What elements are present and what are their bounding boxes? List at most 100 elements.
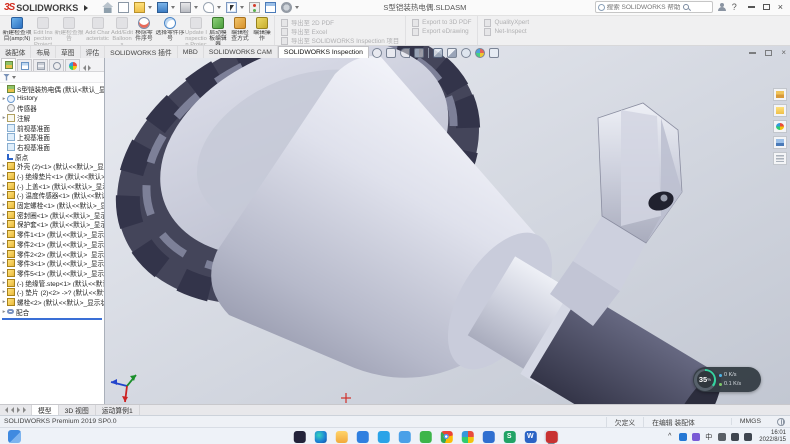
feature-tree-item[interactable]: ▸ (-) 垫片 (2)<2> ->? (默认<<默认> [0, 287, 104, 297]
dimxpert-manager-tab[interactable] [49, 59, 64, 71]
login-user-icon[interactable] [718, 3, 727, 12]
taskbar-app-button[interactable] [376, 430, 391, 443]
feature-tree-item[interactable]: ▸ 外壳 (2)<1> (默认<<默认>_显示状 [0, 162, 104, 172]
export-menu-item[interactable]: Net-Inspect [484, 27, 529, 36]
export-menu-item[interactable]: Export eDrawing [412, 27, 471, 36]
taskbar-app-button[interactable] [397, 430, 412, 443]
graphics-viewport[interactable] [105, 46, 790, 404]
edit-appearance-icon[interactable] [475, 48, 485, 58]
view-palette-tab-icon[interactable] [773, 136, 787, 149]
filter-caret-icon[interactable] [12, 76, 16, 79]
section-view-icon[interactable] [414, 48, 424, 58]
ribbon-button[interactable]: Edit Inspection Project [32, 16, 54, 45]
feature-tree-item[interactable]: ▸ History [0, 94, 104, 104]
command-tab[interactable]: SOLIDWORKS Inspection [278, 46, 369, 58]
search-icon[interactable] [683, 4, 689, 10]
tab-scroll-first-icon[interactable] [5, 407, 8, 413]
feature-tree-item[interactable]: ▸ 配合 [0, 307, 104, 317]
command-tab[interactable]: SOLIDWORKS CAM [204, 46, 278, 58]
filter-funnel-icon[interactable] [3, 74, 10, 81]
document-view-tab[interactable]: 模型 [32, 405, 59, 415]
document-view-tab[interactable]: 3D 视图 [59, 405, 96, 415]
command-tab[interactable]: 草图 [56, 46, 81, 58]
undo-caret-icon[interactable] [217, 6, 221, 9]
globe-status-icon[interactable] [777, 418, 785, 426]
search-scope-icon[interactable] [598, 4, 605, 11]
feature-tree-item[interactable]: ▸ (-) 温度传感器<1> (默认<<默认>_ [0, 191, 104, 201]
zoom-fit-icon[interactable] [372, 48, 382, 58]
tray-icon[interactable]: 中 [704, 431, 713, 442]
tray-icon[interactable] [691, 431, 700, 442]
select-caret-icon[interactable] [240, 6, 244, 9]
tray-icon[interactable] [730, 431, 739, 442]
taskbar-app-button[interactable] [481, 430, 496, 443]
zoom-area-icon[interactable] [386, 48, 396, 58]
export-menu-item[interactable]: 导出至 Excel [281, 27, 399, 36]
feature-tree-item[interactable]: 传感器 [0, 103, 104, 113]
previous-view-icon[interactable] [400, 48, 410, 58]
print-caret-icon[interactable] [194, 6, 198, 9]
feature-tree-item[interactable]: ▸ 零件1<1> (默认<<默认>_显示状态 [0, 229, 104, 239]
document-view-tab[interactable]: 运动算例1 [96, 405, 140, 415]
taskbar-app-button[interactable] [355, 430, 370, 443]
open-button[interactable] [134, 2, 145, 13]
display-manager-tab[interactable] [65, 59, 80, 71]
export-menu-item[interactable]: Export to 3D PDF [412, 18, 471, 27]
feature-tree-item[interactable]: ▸ (-) 绝缘管.step<1> (默认<<默认> [0, 278, 104, 288]
feature-tree-tab[interactable] [1, 58, 16, 71]
feature-tree-item[interactable]: ▸ 螺栓<2> (默认<<默认>_显示状态 [0, 297, 104, 307]
command-tab[interactable]: SOLIDWORKS 插件 [105, 46, 178, 58]
print-button[interactable] [180, 2, 191, 13]
property-manager-tab[interactable] [17, 59, 32, 71]
taskbar-app-button[interactable] [250, 430, 265, 443]
feature-tree-item[interactable]: 前视基准面 [0, 123, 104, 133]
taskbar-app-button[interactable] [544, 430, 559, 443]
feature-tree-item[interactable]: ▸ 零件5<1> (默认<<默认>_显示状态 [0, 268, 104, 278]
doc-close-button[interactable]: × [781, 48, 786, 57]
tray-icon[interactable]: ^ [665, 431, 674, 442]
feature-tree-item[interactable]: ▸ 零件2<1> (默认<<默认>_显示状态 [0, 239, 104, 249]
ribbon-button[interactable]: 新建检查报告 [54, 16, 84, 42]
taskbar-app-button[interactable] [460, 430, 475, 443]
taskbar-clock[interactable]: 16:01 2022/8/15 [759, 430, 786, 443]
save-button[interactable] [157, 2, 168, 13]
ribbon-button[interactable]: 启动模板编辑器 [207, 16, 229, 45]
tray-icon[interactable] [678, 431, 687, 442]
save-caret-icon[interactable] [171, 6, 175, 9]
file-properties-button[interactable] [265, 2, 276, 13]
design-library-tab-icon[interactable] [773, 88, 787, 101]
configuration-manager-tab[interactable] [33, 59, 48, 71]
display-style-icon[interactable] [447, 48, 457, 58]
doc-restore-button[interactable] [765, 50, 772, 56]
tab-scroll-left-icon[interactable] [11, 407, 14, 413]
taskbar-app-button[interactable] [292, 430, 307, 443]
panel-tab-scroll-left-icon[interactable] [83, 65, 86, 71]
net-speed-monitor-widget[interactable]: 35% 0 K/s 0.1 K/s [693, 367, 761, 392]
feature-tree-item[interactable]: ▸ 保护套<1> (默认<<默认>_显示状态 [0, 220, 104, 230]
new-document-button[interactable] [118, 2, 129, 13]
taskbar-app-button[interactable] [334, 430, 349, 443]
ribbon-button[interactable]: Add/Edit Balloons [111, 16, 133, 45]
search-input[interactable] [605, 4, 683, 11]
command-tab[interactable]: 布局 [31, 46, 56, 58]
taskbar-app-button[interactable]: W [523, 430, 538, 443]
select-tool-button[interactable] [226, 2, 237, 13]
units-selector[interactable]: MMGS [731, 418, 769, 425]
apply-scene-icon[interactable] [489, 48, 499, 58]
tab-scroll-right-icon[interactable] [17, 407, 20, 413]
taskbar-app-button[interactable] [418, 430, 433, 443]
taskbar-app-button[interactable] [313, 430, 328, 443]
ribbon-button[interactable]: Update Inspection Project [185, 16, 207, 45]
ribbon-button[interactable]: 新建检查项目(amp;N) [2, 16, 32, 42]
command-tab[interactable]: 评估 [81, 46, 106, 58]
hide-show-items-icon[interactable] [461, 48, 471, 58]
ribbon-button[interactable]: 编辑操作 [251, 16, 273, 42]
export-menu-item[interactable]: 导出至 2D PDF [281, 18, 399, 27]
options-button[interactable] [281, 2, 292, 13]
memory-usage-dial[interactable]: 35% [694, 369, 716, 391]
feature-tree-item[interactable]: ▸ (-) 上盖<1> (默认<<默认>_显示状 [0, 181, 104, 191]
export-menu-item[interactable]: 导出至 SOLIDWORKS Inspection 项目 [281, 36, 399, 45]
help-search-box[interactable] [595, 1, 713, 13]
tray-icon[interactable] [717, 431, 726, 442]
appearances-scenes-tab-icon[interactable] [773, 120, 787, 133]
